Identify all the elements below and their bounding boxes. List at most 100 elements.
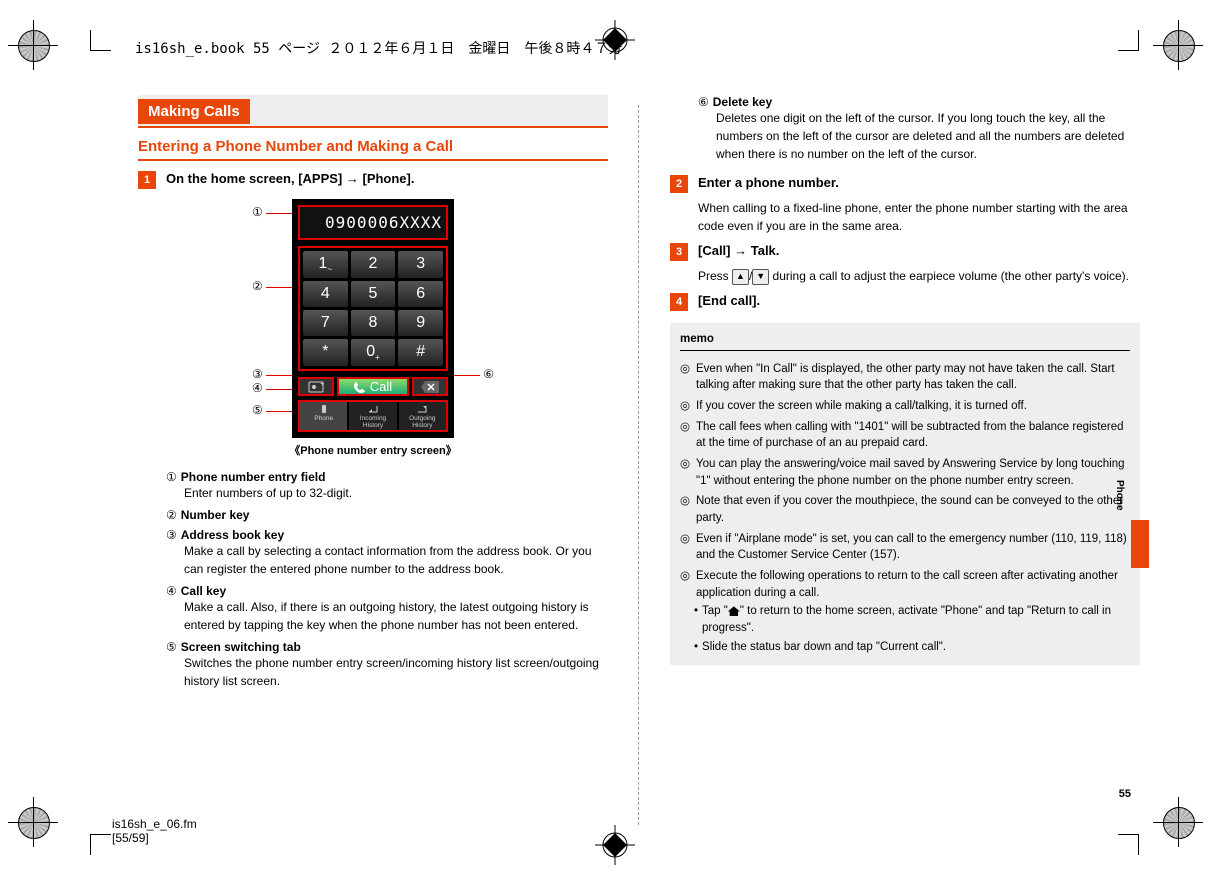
footer-page-range: [55/59] <box>112 831 197 845</box>
step-4: 4 [End call]. <box>670 293 1140 311</box>
memo-title: memo <box>680 331 1130 351</box>
left-column: Making Calls Entering a Phone Number and… <box>138 95 608 825</box>
page-number: 55 <box>1119 788 1131 800</box>
step-number-badge: 4 <box>670 293 688 311</box>
address-book-key-icon: + <box>298 377 334 396</box>
arrow-icon: → <box>346 171 359 186</box>
memo-box: memo ◎Even when "In Call" is displayed, … <box>670 323 1140 665</box>
phone-icon <box>354 381 366 393</box>
item-2-title: ②Number key <box>166 508 608 522</box>
footer-filename: is16sh_e_06.fm <box>112 817 197 831</box>
tab-phone: Phone <box>300 402 347 430</box>
svg-text:+: + <box>320 380 324 388</box>
crop-mark-icon <box>90 834 111 855</box>
call-key-label: Call <box>370 379 392 394</box>
registration-mark-icon <box>18 30 66 78</box>
phone-screenshot-figure: ① ② ③ ④ ⑤ ⑥ 0900006XXXX 1~ 2 3 4 5 6 7 <box>138 199 608 458</box>
keypad-key: 4 <box>303 281 348 307</box>
registration-mark-icon <box>1163 807 1211 855</box>
memo-bullet: ◎Note that even if you cover the mouthpi… <box>680 493 1130 526</box>
step-title: Enter a phone number. <box>698 175 839 190</box>
phone-tab-icon <box>319 405 329 413</box>
item-1-title: ①Phone number entry field <box>166 470 608 484</box>
volume-down-key-icon: ▼ <box>752 269 769 285</box>
callout-4: ④ <box>252 381 263 395</box>
keypad-key: 6 <box>398 281 443 307</box>
side-tab-marker <box>1131 520 1149 568</box>
callout-definition-list: ①Phone number entry field Enter numbers … <box>166 470 608 690</box>
step-3-body: Press ▲/▼ during a call to adjust the ea… <box>698 267 1140 285</box>
item-3-body: Make a call by selecting a contact infor… <box>184 542 608 578</box>
registration-mark-icon <box>18 807 66 855</box>
phone-keypad: 1~ 2 3 4 5 6 7 8 9 * 0+ # <box>298 246 448 371</box>
call-key: Call <box>337 377 409 396</box>
step-2: 2 Enter a phone number. <box>670 175 1140 193</box>
step-number-badge: 2 <box>670 175 688 193</box>
registration-mark-icon <box>1163 30 1211 78</box>
keypad-key: 3 <box>398 251 443 278</box>
item-1-body: Enter numbers of up to 32-digit. <box>184 484 608 502</box>
memo-bullet: ◎Execute the following operations to ret… <box>680 568 1130 601</box>
memo-sub-bullet: •Slide the status bar down and tap "Curr… <box>694 639 1130 656</box>
memo-sub-bullet: •Tap "" to return to the home screen, ac… <box>694 603 1130 636</box>
keypad-key: 2 <box>351 251 396 278</box>
side-tab-label: Phone <box>1114 480 1125 511</box>
screen-switching-tabs: Phone Incoming History Outgoing History <box>298 400 448 432</box>
memo-bullet: ◎Even if "Airplane mode" is set, you can… <box>680 531 1130 564</box>
memo-bullet: ◎You can play the answering/voice mail s… <box>680 456 1130 489</box>
center-mark-icon <box>595 825 635 865</box>
crop-mark-icon <box>1118 834 1139 855</box>
memo-bullet: ◎If you cover the screen while making a … <box>680 398 1130 415</box>
item-6-body: Deletes one digit on the left of the cur… <box>716 109 1140 163</box>
item-5-body: Switches the phone number entry screen/i… <box>184 654 608 690</box>
volume-up-key-icon: ▲ <box>732 269 749 285</box>
home-icon <box>728 606 740 616</box>
keypad-key: # <box>398 339 443 366</box>
arrow-icon: → <box>734 243 747 258</box>
callout-5: ⑤ <box>252 403 263 417</box>
print-header-line: is16sh_e.book 55 ページ ２０１２年６月１日 金曜日 午後８時４… <box>135 38 622 58</box>
delete-key-icon <box>412 377 448 396</box>
item-6-title: ⑥Delete key <box>698 95 1140 109</box>
keypad-key: 0+ <box>351 339 396 366</box>
step-title: On the home screen, [APPS] → [Phone]. <box>166 171 414 186</box>
callout-6: ⑥ <box>483 367 494 381</box>
step-title: [Call] → Talk. <box>698 243 779 258</box>
step-1: 1 On the home screen, [APPS] → [Phone]. <box>138 171 608 189</box>
callout-3: ③ <box>252 367 263 381</box>
step-2-body: When calling to a fixed-line phone, ente… <box>698 199 1140 235</box>
callout-2: ② <box>252 279 263 293</box>
item-4-title: ④Call key <box>166 584 608 598</box>
section-title: Making Calls <box>138 99 250 124</box>
item-5-title: ⑤Screen switching tab <box>166 640 608 654</box>
keypad-key: 8 <box>351 310 396 336</box>
footer-file-info: is16sh_e_06.fm [55/59] <box>112 817 197 845</box>
item-3-title: ③Address book key <box>166 528 608 542</box>
figure-caption: 《Phone number entry screen》 <box>138 442 608 458</box>
keypad-key: 9 <box>398 310 443 336</box>
keypad-key: 7 <box>303 310 348 336</box>
keypad-key: 1~ <box>303 251 348 278</box>
callout-1: ① <box>252 205 263 219</box>
step-title-text: [Phone]. <box>359 171 415 186</box>
step-title: [End call]. <box>698 293 760 308</box>
right-column: ⑥Delete key Deletes one digit on the lef… <box>670 95 1140 825</box>
section-heading: Making Calls <box>138 95 608 128</box>
subsection-title: Entering a Phone Number and Making a Cal… <box>138 134 608 161</box>
crop-mark-icon <box>90 30 111 51</box>
phone-number-display: 0900006XXXX <box>298 205 448 240</box>
step-3: 3 [Call] → Talk. <box>670 243 1140 261</box>
tab-outgoing-history: Outgoing History <box>399 402 446 430</box>
column-divider <box>638 105 640 825</box>
callout-definition-list-continued: ⑥Delete key Deletes one digit on the lef… <box>698 95 1140 163</box>
step-number-badge: 3 <box>670 243 688 261</box>
keypad-key: * <box>303 339 348 366</box>
phone-mock: 0900006XXXX 1~ 2 3 4 5 6 7 8 9 * 0+ # <box>292 199 454 438</box>
crop-mark-icon <box>1118 30 1139 51</box>
memo-bullet: ◎Even when "In Call" is displayed, the o… <box>680 361 1130 394</box>
incoming-icon <box>368 405 378 413</box>
keypad-key: 5 <box>351 281 396 307</box>
step-number-badge: 1 <box>138 171 156 189</box>
memo-bullet: ◎The call fees when calling with "1401" … <box>680 419 1130 452</box>
tab-incoming-history: Incoming History <box>349 402 396 430</box>
